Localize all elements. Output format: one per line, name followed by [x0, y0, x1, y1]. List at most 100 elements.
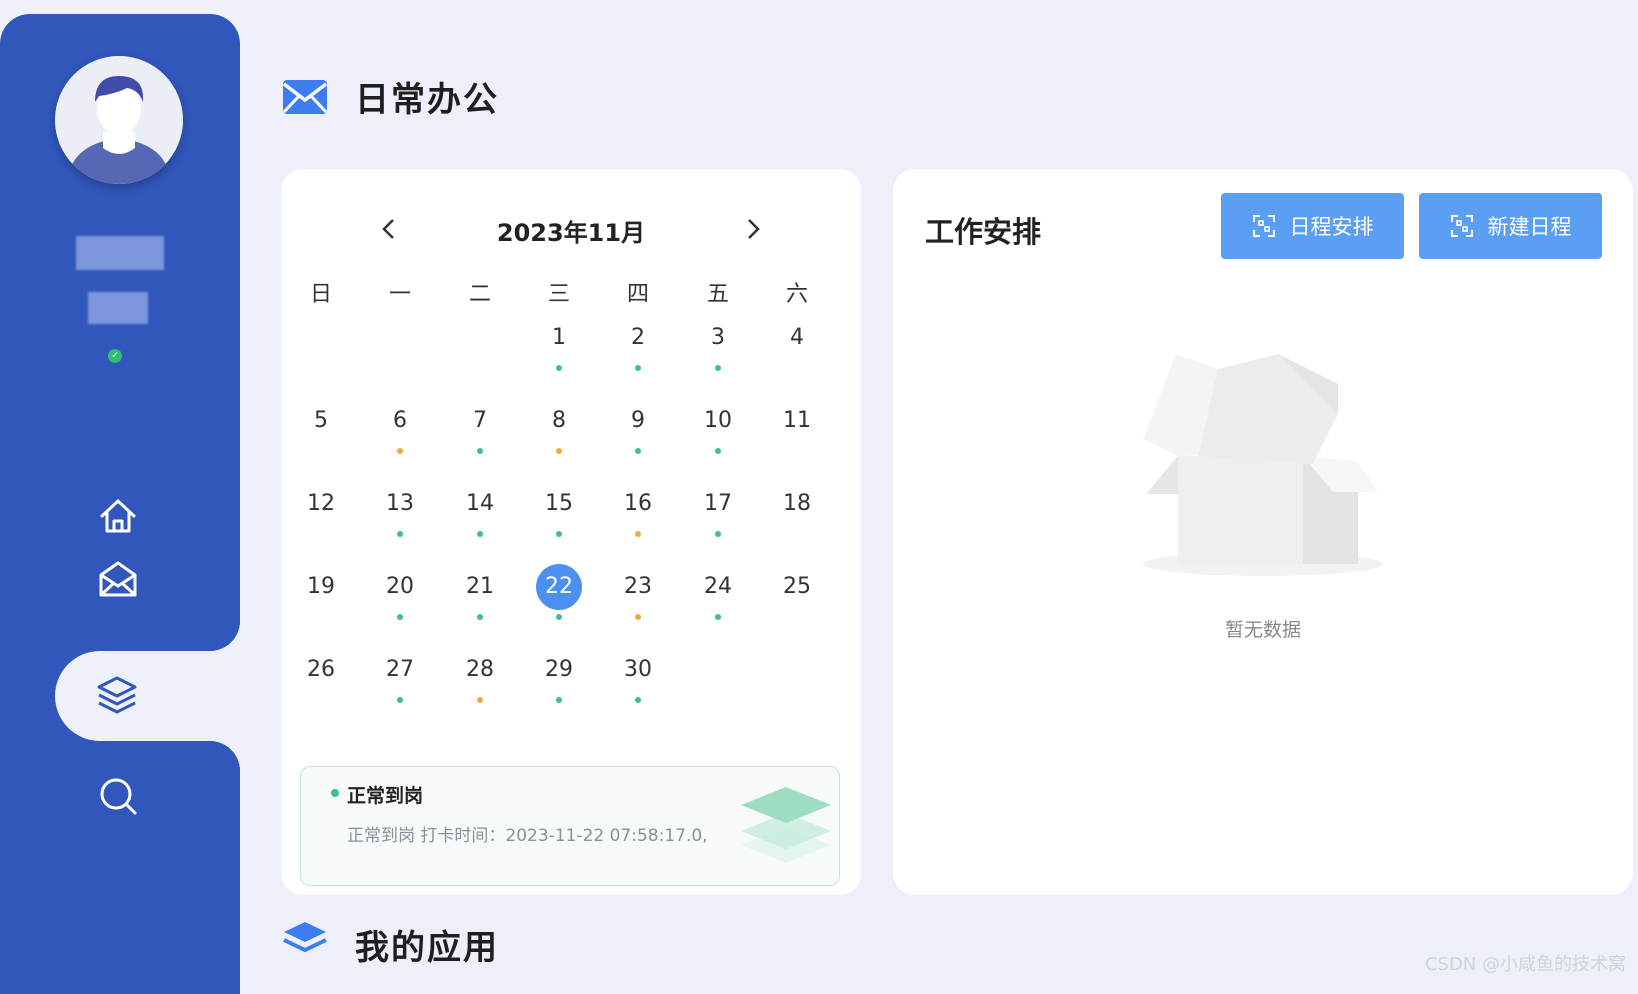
- calendar-day[interactable]: 1: [529, 315, 589, 361]
- calendar-day[interactable]: 26: [291, 647, 351, 693]
- calendar-day[interactable]: 24: [688, 564, 748, 610]
- attendance-status-dot: [397, 614, 403, 620]
- work-card: 工作安排 日程安排 新建日程 暂无数据: [893, 169, 1633, 895]
- calendar-day[interactable]: 23: [608, 564, 668, 610]
- attendance-status-dot: [477, 448, 483, 454]
- day-number: 11: [774, 398, 820, 444]
- calendar-day[interactable]: 4: [767, 315, 827, 361]
- calendar-day[interactable]: 7: [450, 398, 510, 444]
- calendar-day[interactable]: 3: [688, 315, 748, 361]
- calendar-day[interactable]: 11: [767, 398, 827, 444]
- work-title: 工作安排: [925, 209, 1041, 251]
- day-number: 24: [695, 564, 741, 610]
- calendar-card: 2023年11月 日一二三四五六 12345678910111213141516…: [281, 169, 861, 895]
- day-number: 28: [457, 647, 503, 693]
- scan-icon: [1252, 214, 1276, 238]
- attendance-status-dot: [556, 697, 562, 703]
- attendance-title: 正常到岗: [347, 781, 423, 808]
- scan-icon: [1450, 214, 1474, 238]
- calendar-day[interactable]: 2: [608, 315, 668, 361]
- calendar-day[interactable]: 12: [291, 481, 351, 527]
- new-schedule-button[interactable]: 新建日程: [1419, 193, 1602, 259]
- calendar-day[interactable]: 14: [450, 481, 510, 527]
- calendar-day[interactable]: 6: [370, 398, 430, 444]
- attendance-status-dot: [635, 448, 641, 454]
- weekday-label: 六: [767, 276, 827, 308]
- calendar-day[interactable]: 13: [370, 481, 430, 527]
- attendance-status-dot: [715, 531, 721, 537]
- calendar-day[interactable]: 28: [450, 647, 510, 693]
- day-number: 21: [457, 564, 503, 610]
- day-number: 9: [615, 398, 661, 444]
- calendar-day[interactable]: 16: [608, 481, 668, 527]
- user-avatar-icon: [55, 56, 183, 184]
- calendar-day[interactable]: 25: [767, 564, 827, 610]
- avatar[interactable]: [55, 56, 183, 184]
- day-number: 13: [377, 481, 423, 527]
- layers-icon: [739, 783, 833, 871]
- user-dept-redacted: [88, 292, 148, 324]
- attendance-status-dot: [715, 365, 721, 371]
- attendance-status-dot: [635, 697, 641, 703]
- check-icon: ✓: [108, 349, 122, 363]
- day-number: 6: [377, 398, 423, 444]
- calendar-day[interactable]: 17: [688, 481, 748, 527]
- day-number: 27: [377, 647, 423, 693]
- day-number: 8: [536, 398, 582, 444]
- calendar-day-today[interactable]: 22: [529, 564, 589, 610]
- attendance-status-dot: [635, 614, 641, 620]
- day-number: 12: [298, 481, 344, 527]
- weekday-label: 日: [291, 276, 351, 308]
- empty-box-icon: [1138, 344, 1388, 584]
- schedule-button-label: 日程安排: [1290, 211, 1374, 241]
- attendance-status-dot: [715, 448, 721, 454]
- day-number: 23: [615, 564, 661, 610]
- user-name-redacted: [76, 236, 164, 270]
- calendar-day[interactable]: 8: [529, 398, 589, 444]
- weekday-label: 五: [688, 276, 748, 308]
- calendar-day[interactable]: 30: [608, 647, 668, 693]
- calendar-day[interactable]: 27: [370, 647, 430, 693]
- attendance-desc: 正常到岗 打卡时间：2023-11-22 07:58:17.0,: [347, 821, 708, 846]
- calendar-day[interactable]: 20: [370, 564, 430, 610]
- day-number: 4: [774, 315, 820, 361]
- day-number: 2: [615, 315, 661, 361]
- attendance-status-dot: [635, 365, 641, 371]
- calendar-day[interactable]: 19: [291, 564, 351, 610]
- day-number: 22: [536, 564, 582, 610]
- day-number: 16: [615, 481, 661, 527]
- calendar-day[interactable]: 18: [767, 481, 827, 527]
- day-number: 5: [298, 398, 344, 444]
- mail-icon: [282, 78, 328, 116]
- day-number: 17: [695, 481, 741, 527]
- day-number: 29: [536, 647, 582, 693]
- schedule-button[interactable]: 日程安排: [1221, 193, 1404, 259]
- day-number: 30: [615, 647, 661, 693]
- calendar-day[interactable]: 5: [291, 398, 351, 444]
- search-icon[interactable]: [96, 774, 140, 818]
- day-number: 25: [774, 564, 820, 610]
- calendar-day[interactable]: 21: [450, 564, 510, 610]
- calendar-day[interactable]: 29: [529, 647, 589, 693]
- calendar-day[interactable]: 10: [688, 398, 748, 444]
- calendar-day[interactable]: 9: [608, 398, 668, 444]
- attendance-card[interactable]: 正常到岗 正常到岗 打卡时间：2023-11-22 07:58:17.0,: [300, 766, 840, 886]
- home-icon[interactable]: [96, 494, 140, 538]
- next-month-button[interactable]: [739, 215, 767, 243]
- day-number: 15: [536, 481, 582, 527]
- mail-icon[interactable]: [96, 558, 140, 602]
- status-dot: [331, 789, 339, 797]
- weekday-label: 三: [529, 276, 589, 308]
- calendar-day[interactable]: 15: [529, 481, 589, 527]
- weekday-label: 一: [370, 276, 430, 308]
- empty-text: 暂无数据: [893, 615, 1633, 642]
- attendance-status-dot: [397, 448, 403, 454]
- day-number: 10: [695, 398, 741, 444]
- attendance-status-dot: [556, 365, 562, 371]
- attendance-status-dot: [635, 531, 641, 537]
- day-number: 18: [774, 481, 820, 527]
- nav-item-layers-active[interactable]: [55, 651, 240, 741]
- calendar-header: 2023年11月: [281, 209, 861, 249]
- page-title: 日常办公: [355, 72, 499, 121]
- day-number: 7: [457, 398, 503, 444]
